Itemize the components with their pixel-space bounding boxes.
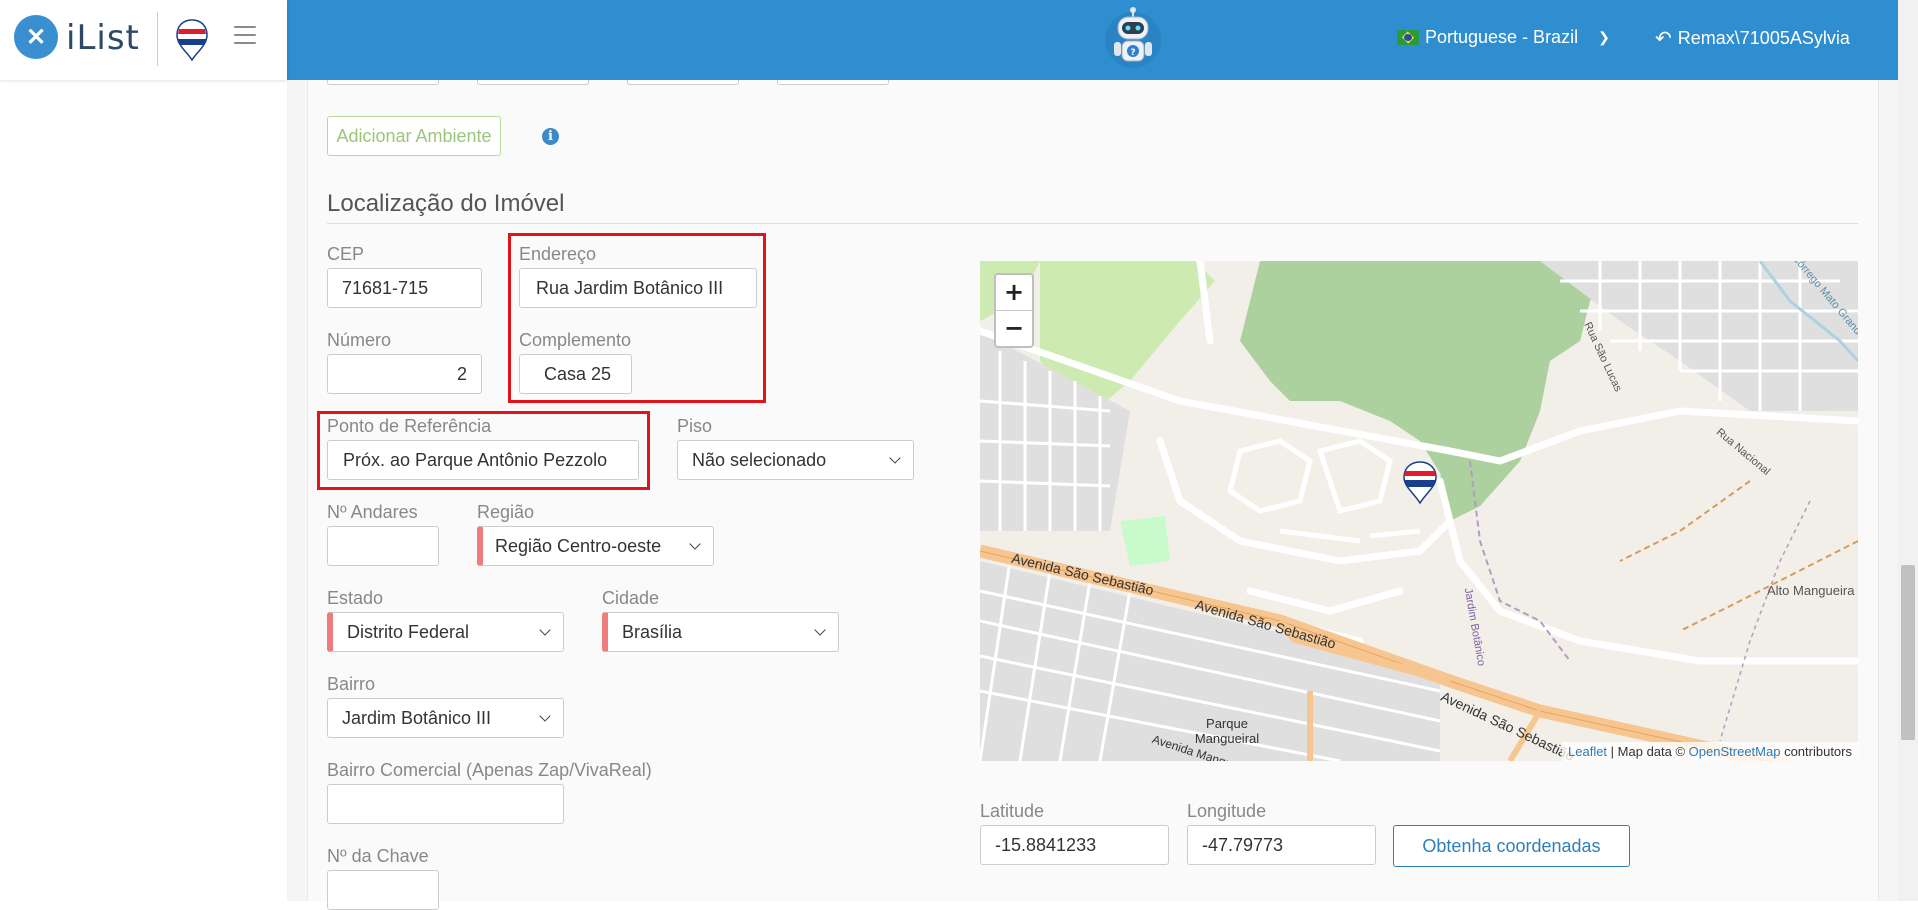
leaflet-link[interactable]: Leaflet — [1568, 744, 1607, 759]
room-field-stub[interactable] — [627, 80, 739, 85]
address-highlight-box — [508, 233, 766, 403]
cep-label: CEP — [327, 244, 365, 264]
logout-arrow-icon: ↶ — [1655, 28, 1672, 50]
remax-balloon-logo — [176, 19, 208, 62]
chevron-down-icon — [539, 624, 551, 636]
zoom-in-button[interactable]: + — [996, 275, 1032, 311]
brand-bar: ✕ iList — [0, 0, 287, 80]
menu-toggle-icon[interactable] — [234, 26, 256, 46]
state-label: Estado — [327, 588, 384, 608]
chevron-down-icon — [539, 710, 551, 722]
floor-type-value: Não selecionado — [692, 450, 827, 470]
brazil-flag-icon — [1397, 30, 1419, 45]
cep-field[interactable]: 71681-715 — [327, 268, 482, 308]
city-select[interactable]: Brasília — [602, 612, 839, 652]
brand-divider — [157, 12, 158, 66]
neighborhood-label: Bairro — [327, 674, 376, 694]
longitude-label: Longitude — [1187, 801, 1267, 821]
region-select[interactable]: Região Centro-oeste — [477, 526, 714, 566]
key-number-field[interactable] — [327, 870, 439, 910]
commercial-neighborhood-field[interactable] — [327, 784, 564, 824]
map-park-label: Parque Mangueiral — [1194, 716, 1260, 746]
floor-type-select[interactable]: Não selecionado — [677, 440, 914, 480]
language-label: Portuguese - Brazil — [1425, 27, 1579, 47]
map-place-label: Alto Mangueira — [1767, 583, 1855, 598]
get-coordinates-button[interactable]: Obtenha coordenadas — [1393, 825, 1630, 867]
top-navigation-bar: ? Portuguese - Brazil ❯ ↶ Remax\71005ASy… — [287, 0, 1898, 80]
floor-type-label: Piso — [677, 416, 713, 436]
neighborhood-value: Jardim Botânico III — [342, 708, 492, 728]
map-attribution: Leaflet | Map data © OpenStreetMap contr… — [1562, 742, 1858, 761]
latitude-field[interactable]: -15.8841233 — [980, 825, 1169, 865]
add-room-button[interactable]: Adicionar Ambiente — [327, 116, 501, 156]
chevron-down-icon — [689, 538, 701, 550]
number-label: Número — [327, 330, 392, 350]
svg-text:?: ? — [1130, 48, 1135, 58]
neighborhood-select[interactable]: Jardim Botânico III — [327, 698, 564, 738]
openstreetmap-link[interactable]: OpenStreetMap — [1689, 744, 1781, 759]
user-name: Remax\71005ASylvia — [1677, 28, 1850, 48]
longitude-field[interactable]: -47.79773 — [1187, 825, 1376, 865]
latitude-label: Latitude — [980, 801, 1045, 821]
location-map[interactable]: Avenida São Sebastião Avenida São Sebast… — [980, 261, 1858, 761]
language-selector[interactable]: Portuguese - Brazil ❯ — [1397, 27, 1610, 48]
help-bot-icon[interactable]: ? — [1105, 6, 1161, 72]
reference-highlight-box — [317, 411, 650, 490]
room-field-stub[interactable] — [777, 80, 889, 85]
scrollbar-track[interactable] — [1898, 0, 1918, 901]
state-select[interactable]: Distrito Federal — [327, 612, 564, 652]
number-field[interactable]: 2 — [327, 354, 482, 394]
attribution-suffix: contributors — [1780, 744, 1852, 759]
floors-count-field[interactable] — [327, 526, 439, 566]
app-name[interactable]: iList — [66, 18, 140, 58]
user-menu[interactable]: ↶ Remax\71005ASylvia — [1655, 26, 1850, 51]
scrollbar-thumb[interactable] — [1901, 565, 1915, 740]
room-field-stub[interactable] — [327, 80, 439, 85]
state-value: Distrito Federal — [347, 622, 470, 642]
map-zoom-control: + − — [994, 273, 1034, 348]
chevron-down-icon: ❯ — [1598, 29, 1610, 45]
city-value: Brasília — [622, 622, 683, 642]
floors-count-label: Nº Andares — [327, 502, 418, 522]
map-tiles — [980, 261, 1858, 761]
key-number-label: Nº da Chave — [327, 846, 429, 866]
ilist-logo-icon[interactable]: ✕ — [14, 15, 58, 59]
region-label: Região — [477, 502, 535, 522]
commercial-neighborhood-label: Bairro Comercial (Apenas Zap/VivaReal) — [327, 760, 652, 780]
region-value: Região Centro-oeste — [495, 536, 662, 556]
section-title: Localização do Imóvel — [327, 190, 565, 217]
zoom-out-button[interactable]: − — [996, 311, 1032, 346]
city-label: Cidade — [602, 588, 660, 608]
chevron-down-icon — [889, 452, 901, 464]
section-divider — [327, 223, 1858, 224]
room-field-stub[interactable] — [477, 80, 589, 85]
chevron-down-icon — [814, 624, 826, 636]
attribution-text: | Map data © — [1607, 744, 1689, 759]
info-icon[interactable]: i — [542, 128, 559, 145]
